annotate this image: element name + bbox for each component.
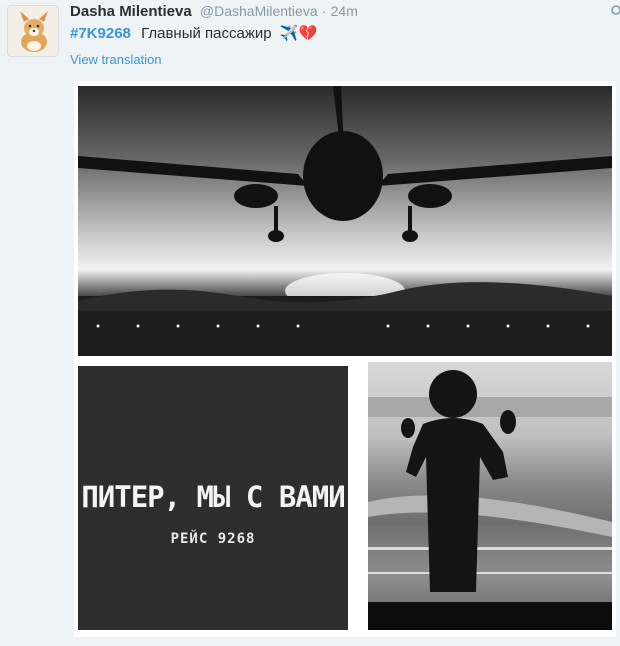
tweet-text: #7K9268 Главный пассажир ✈️💔 (70, 24, 317, 42)
hashtag-link[interactable]: #7K9268 (70, 25, 131, 42)
view-translation-link[interactable]: View translation (70, 52, 162, 67)
tweet-timestamp[interactable]: 24m (331, 3, 358, 19)
avatar-dog-icon (8, 6, 58, 56)
tweet-body: Главный пассажир (141, 25, 272, 42)
separator-dot: · (321, 3, 327, 19)
poster-title: ПИТЕР, МЫ С ВАМИ (81, 480, 345, 514)
emoji-plane-heart: ✈️💔 (279, 25, 318, 42)
poster-image: ПИТЕР, МЫ С ВАМИ РЕЙС 9268 (78, 366, 348, 630)
more-options-icon[interactable] (608, 3, 620, 17)
author-name[interactable]: Dasha Milentieva (70, 3, 192, 20)
tweet-header: Dasha Milentieva @DashaMilentieva · 24m (70, 3, 358, 20)
author-handle[interactable]: @DashaMilentieva (200, 3, 318, 19)
airplane-icon (78, 86, 612, 356)
avatar[interactable] (7, 5, 59, 57)
child-at-window-image (368, 362, 612, 630)
airplane-landing-image (78, 86, 612, 356)
tweet-card: Dasha Milentieva @DashaMilentieva · 24m … (0, 0, 620, 646)
child-silhouette-icon (368, 370, 612, 630)
poster-subtitle: РЕЙС 9268 (170, 531, 256, 547)
